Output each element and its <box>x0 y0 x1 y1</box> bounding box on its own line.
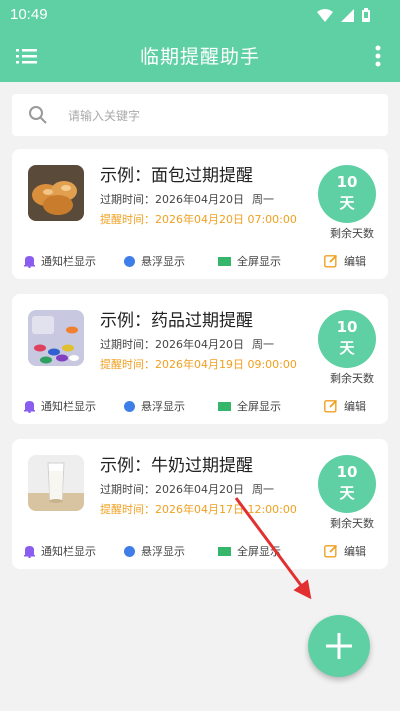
fullscreen-rect-icon <box>218 546 231 556</box>
days-unit: 天 <box>339 339 355 357</box>
notify-toggle[interactable]: 通知栏显示 <box>24 253 96 269</box>
days-remaining-label: 剩余天数 <box>330 227 374 240</box>
edit-icon <box>324 544 338 558</box>
search-icon <box>29 106 47 124</box>
medicine-thumbnail <box>28 310 84 366</box>
float-dot-icon <box>124 400 135 412</box>
expire-date: 过期时间：2026年04月20日 <box>100 338 244 351</box>
card-actions: 通知栏显示 悬浮显示 全屏显示 编辑 <box>24 398 380 416</box>
battery-icon <box>362 8 370 22</box>
float-toggle[interactable]: 悬浮显示 <box>124 253 185 269</box>
notify-label: 通知栏显示 <box>41 400 96 413</box>
remind-time: 提醒时间：2026年04月19日 09:00:00 <box>100 358 297 371</box>
expire-weekday: 周一 <box>252 338 274 351</box>
page-title: 临期提醒助手 <box>139 46 260 68</box>
reminder-card[interactable]: 示例：牛奶过期提醒 过期时间：2026年04月20日 周一 提醒时间：2026年0… <box>12 439 388 569</box>
notify-toggle[interactable]: 通知栏显示 <box>24 398 96 414</box>
expire-date: 过期时间：2026年04月20日 <box>100 193 244 206</box>
edit-button[interactable]: 编辑 <box>324 253 366 269</box>
notify-label: 通知栏显示 <box>41 255 96 268</box>
bread-thumbnail <box>28 165 84 221</box>
fullscreen-label: 全屏显示 <box>237 545 281 558</box>
days-remaining-badge: 10 天 <box>318 455 376 513</box>
card-title: 示例：药品过期提醒 <box>100 311 253 331</box>
float-toggle[interactable]: 悬浮显示 <box>124 398 185 414</box>
float-dot-icon <box>124 255 135 267</box>
notify-label: 通知栏显示 <box>41 545 96 558</box>
card-title: 示例：面包过期提醒 <box>100 166 253 186</box>
remind-time: 提醒时间：2026年04月20日 07:00:00 <box>100 213 297 226</box>
fullscreen-rect-icon <box>218 401 231 411</box>
signal-icon <box>341 8 354 22</box>
card-actions: 通知栏显示 悬浮显示 全屏显示 编辑 <box>24 253 380 271</box>
edit-label: 编辑 <box>344 400 366 413</box>
reminder-card[interactable]: 示例：药品过期提醒 过期时间：2026年04月20日 周一 提醒时间：2026年0… <box>12 294 388 424</box>
plus-icon <box>326 633 352 659</box>
milk-thumbnail <box>28 455 84 511</box>
bell-icon <box>24 545 35 558</box>
notify-toggle[interactable]: 通知栏显示 <box>24 543 96 559</box>
days-unit: 天 <box>339 194 355 212</box>
app-bar: 临期提醒助手 <box>0 30 400 82</box>
float-label: 悬浮显示 <box>141 255 185 268</box>
float-toggle[interactable]: 悬浮显示 <box>124 543 185 559</box>
expire-time: 过期时间：2026年04月20日 周一 <box>100 336 274 352</box>
days-remaining-badge: 10 天 <box>318 165 376 223</box>
wifi-icon <box>317 8 333 22</box>
days-remaining-label: 剩余天数 <box>330 372 374 385</box>
search-input[interactable]: 请输入关键字 <box>68 107 140 124</box>
expire-time: 过期时间：2026年04月20日 周一 <box>100 481 274 497</box>
days-number: 10 <box>336 318 358 336</box>
float-dot-icon <box>124 545 135 557</box>
edit-icon <box>324 254 338 268</box>
float-label: 悬浮显示 <box>141 400 185 413</box>
bell-icon <box>24 400 35 413</box>
card-actions: 通知栏显示 悬浮显示 全屏显示 编辑 <box>24 543 380 561</box>
fullscreen-label: 全屏显示 <box>237 255 281 268</box>
fullscreen-toggle[interactable]: 全屏显示 <box>218 398 281 414</box>
search-box[interactable]: 请输入关键字 <box>12 94 388 136</box>
fullscreen-toggle[interactable]: 全屏显示 <box>218 543 281 559</box>
fullscreen-rect-icon <box>218 256 231 266</box>
card-title: 示例：牛奶过期提醒 <box>100 456 253 476</box>
days-unit: 天 <box>339 484 355 502</box>
days-number: 10 <box>336 173 358 191</box>
edit-button[interactable]: 编辑 <box>324 543 366 559</box>
remind-time: 提醒时间：2026年04月17日 12:00:00 <box>100 503 297 516</box>
days-number: 10 <box>336 463 358 481</box>
status-icons <box>317 8 370 22</box>
days-remaining-badge: 10 天 <box>318 310 376 368</box>
edit-label: 编辑 <box>344 545 366 558</box>
add-reminder-button[interactable] <box>308 615 370 677</box>
days-remaining-label: 剩余天数 <box>330 517 374 530</box>
expire-weekday: 周一 <box>252 483 274 496</box>
fullscreen-label: 全屏显示 <box>237 400 281 413</box>
bell-icon <box>24 255 35 268</box>
edit-button[interactable]: 编辑 <box>324 398 366 414</box>
expire-date: 过期时间：2026年04月20日 <box>100 483 244 496</box>
expire-weekday: 周一 <box>252 193 274 206</box>
reminder-card[interactable]: 示例：面包过期提醒 过期时间：2026年04月20日 周一 提醒时间：2026年0… <box>12 149 388 279</box>
edit-label: 编辑 <box>344 255 366 268</box>
fullscreen-toggle[interactable]: 全屏显示 <box>218 253 281 269</box>
status-time: 10:49 <box>10 6 48 23</box>
status-bar: 10:49 <box>0 0 400 30</box>
more-vertical-icon[interactable] <box>374 44 382 68</box>
float-label: 悬浮显示 <box>141 545 185 558</box>
expire-time: 过期时间：2026年04月20日 周一 <box>100 191 274 207</box>
edit-icon <box>324 399 338 413</box>
